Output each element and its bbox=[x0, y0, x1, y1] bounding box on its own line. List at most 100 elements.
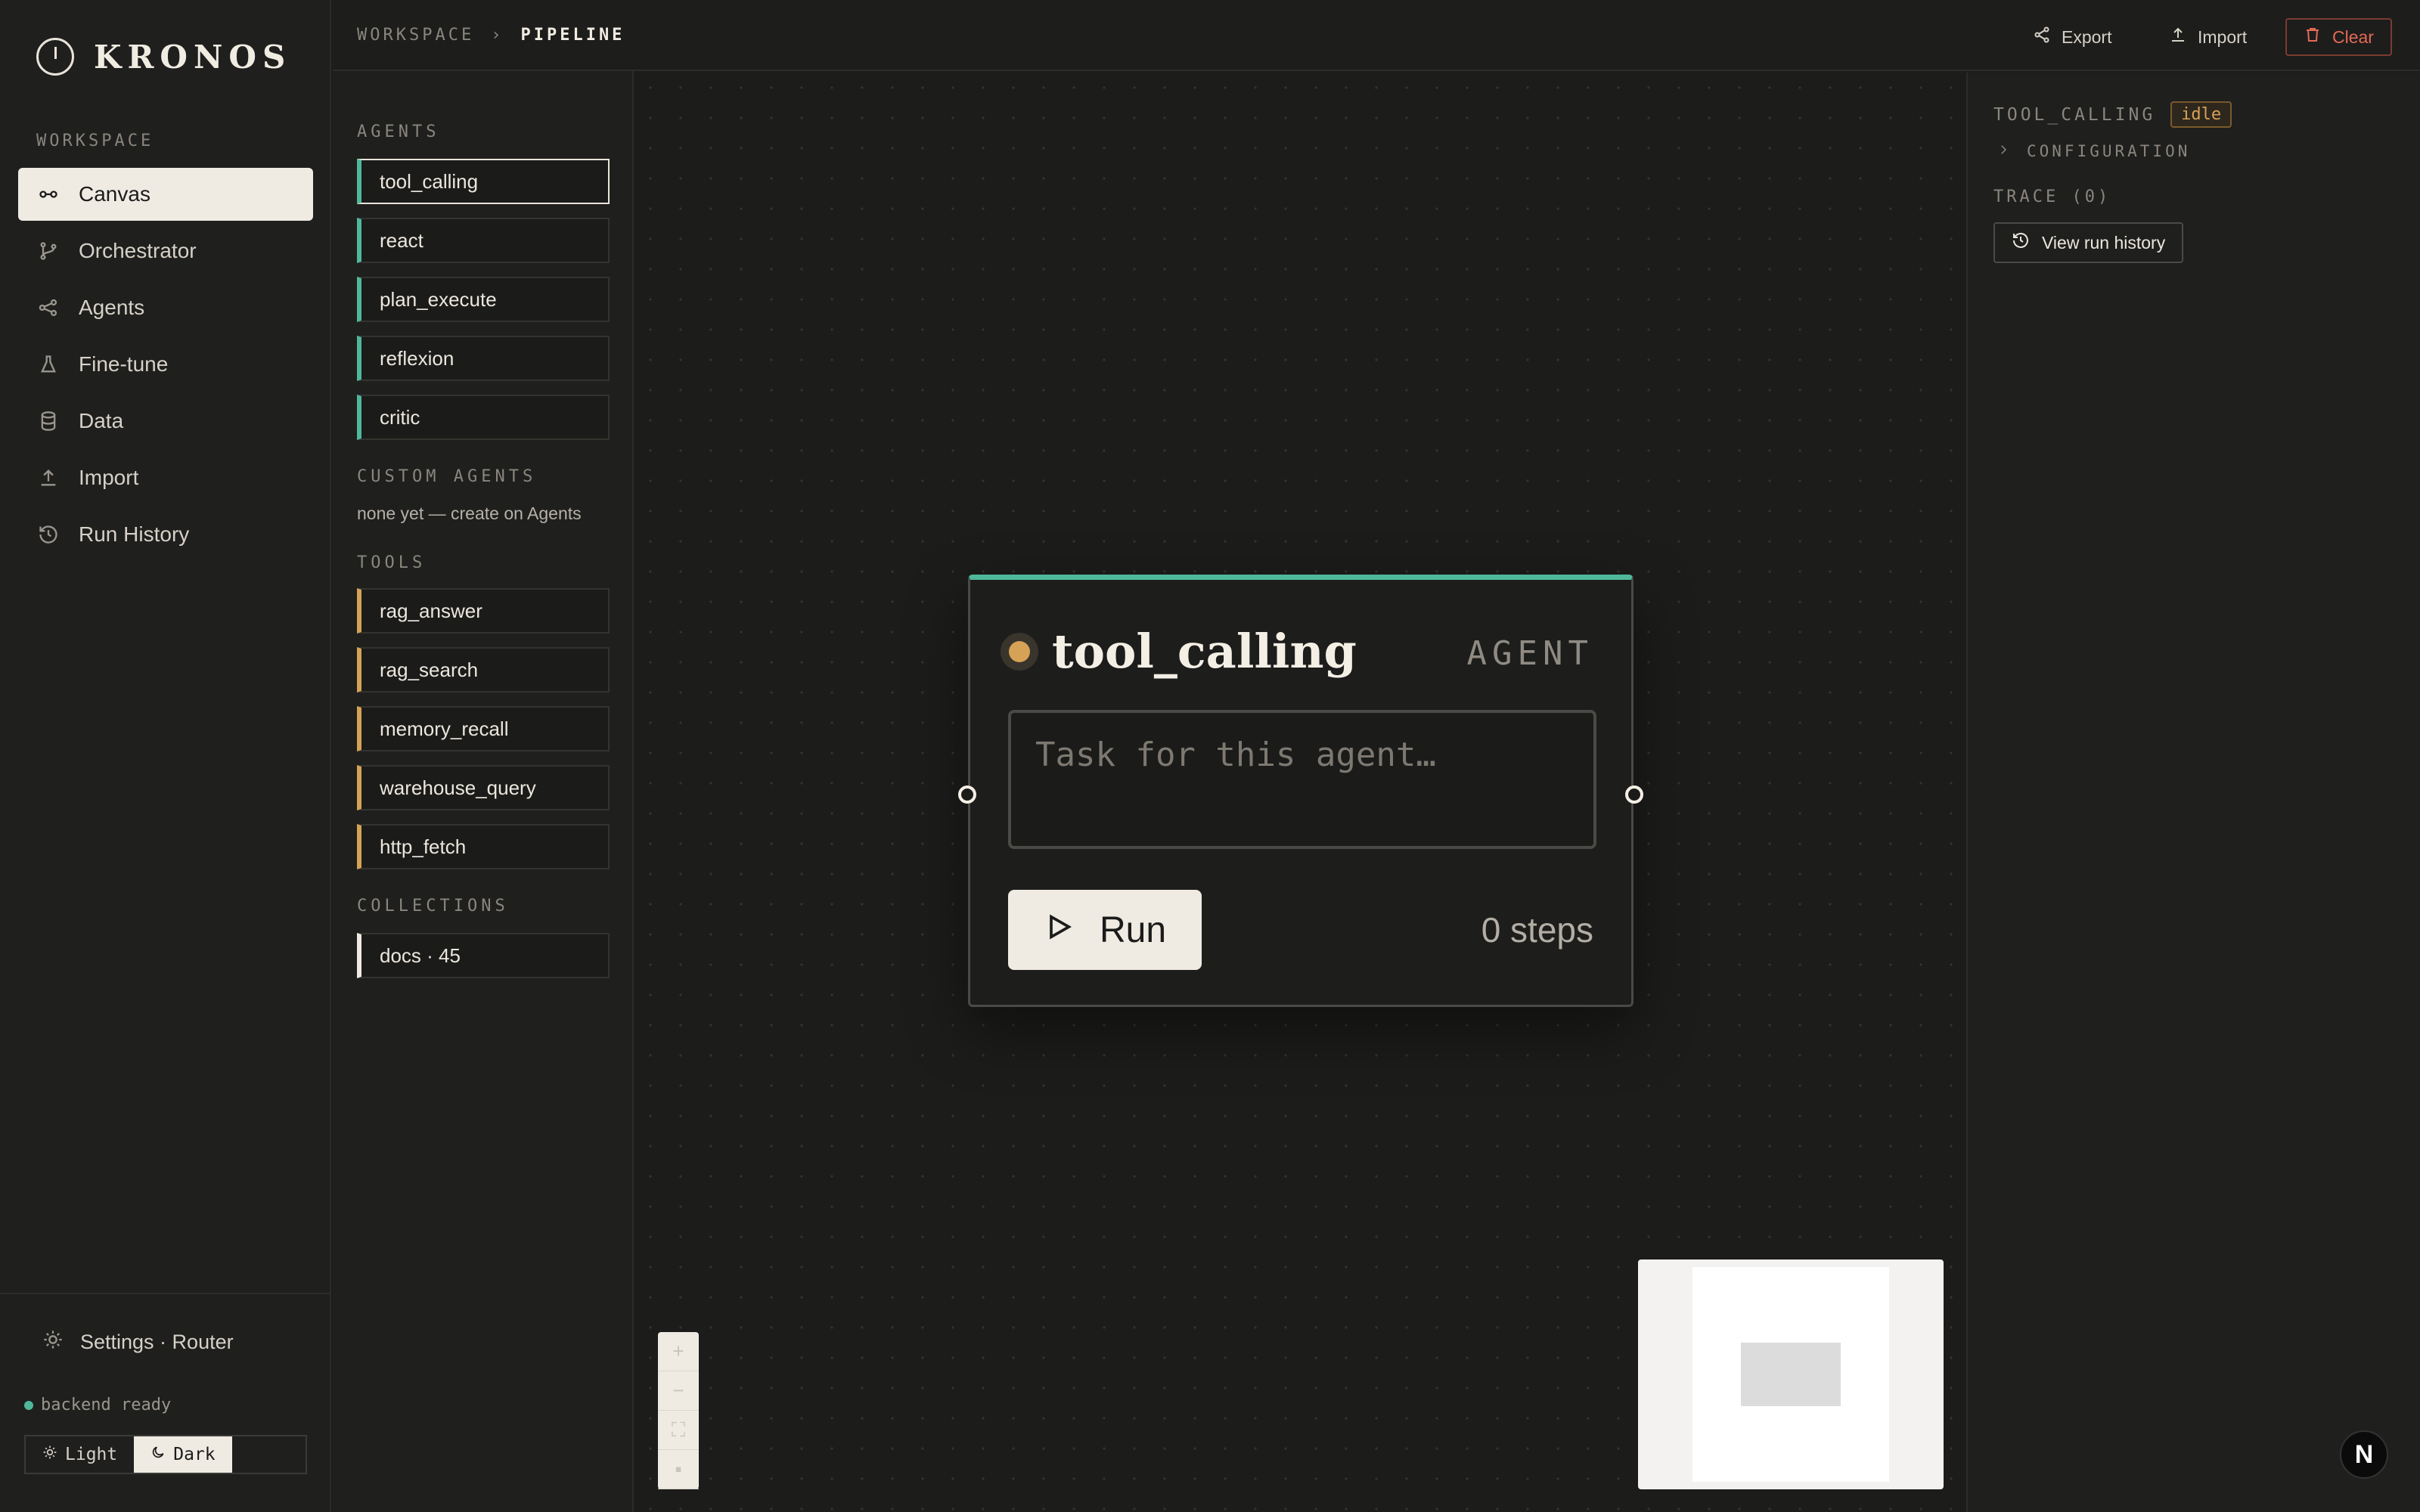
palette-tool-http-fetch[interactable]: http_fetch bbox=[357, 824, 610, 869]
chevron-right-icon bbox=[1996, 142, 2010, 160]
share-icon bbox=[2033, 26, 2051, 48]
sidebar-item-label: Canvas bbox=[79, 182, 150, 206]
breadcrumb-workspace[interactable]: WORKSPACE bbox=[357, 26, 474, 45]
node-title: tool_calling bbox=[1052, 624, 1357, 679]
clear-button[interactable]: Clear bbox=[2285, 18, 2392, 56]
sidebar-item-canvas[interactable]: Canvas bbox=[18, 168, 313, 221]
inspector-header: TOOL_CALLING idle bbox=[1993, 101, 2232, 128]
export-label: Export bbox=[2062, 26, 2112, 47]
theme-dark-button[interactable]: Dark bbox=[134, 1436, 232, 1473]
run-button[interactable]: Run bbox=[1008, 890, 1202, 970]
settings-router-link[interactable]: Settings · Router bbox=[42, 1329, 234, 1356]
view-run-history-button[interactable]: View run history bbox=[1993, 222, 2184, 263]
sidebar-item-label: Orchestrator bbox=[79, 239, 197, 262]
palette-tool-rag-search[interactable]: rag_search bbox=[357, 647, 610, 692]
app-name: KRONOS bbox=[94, 38, 292, 76]
sun-icon bbox=[42, 1445, 57, 1464]
database-icon bbox=[38, 411, 59, 432]
moon-icon bbox=[150, 1445, 166, 1464]
sidebar-nav: Canvas Orchestrator Agents Fine-tune Dat… bbox=[18, 168, 313, 565]
clock-logo-icon bbox=[36, 38, 74, 76]
lock-icon[interactable]: ▪ bbox=[658, 1450, 699, 1489]
status-badge: idle bbox=[2170, 101, 2232, 128]
history-icon bbox=[38, 524, 59, 545]
sidebar-item-import[interactable]: Import bbox=[18, 451, 313, 504]
input-handle[interactable] bbox=[958, 785, 976, 804]
top-bar: WORKSPACE › PIPELINE Export Import Clear bbox=[333, 0, 2420, 71]
theme-light-button[interactable]: Light bbox=[26, 1436, 134, 1473]
node-palette: AGENTS tool_calling react plan_execute r… bbox=[333, 71, 634, 1512]
sidebar-item-label: Agents bbox=[79, 296, 145, 319]
output-handle[interactable] bbox=[1625, 785, 1643, 804]
agents-section-title: AGENTS bbox=[357, 122, 440, 141]
node-kind-label: AGENT bbox=[1466, 634, 1593, 673]
palette-agent-plan-execute[interactable]: plan_execute bbox=[357, 277, 610, 322]
configuration-label: CONFIGURATION bbox=[2027, 142, 2191, 160]
sidebar-item-agents[interactable]: Agents bbox=[18, 281, 313, 334]
palette-tool-rag-answer[interactable]: rag_answer bbox=[357, 588, 610, 634]
backend-status-text: backend ready bbox=[41, 1396, 172, 1414]
configuration-toggle[interactable]: CONFIGURATION bbox=[1996, 142, 2190, 160]
sidebar-footer-divider bbox=[0, 1293, 331, 1294]
theme-light-label: Light bbox=[65, 1445, 118, 1464]
palette-tool-memory-recall[interactable]: memory_recall bbox=[357, 706, 610, 751]
sidebar-item-data[interactable]: Data bbox=[18, 395, 313, 448]
custom-agents-empty-note: none yet — create on Agents bbox=[357, 503, 582, 523]
sidebar-item-label: Import bbox=[79, 466, 139, 489]
sidebar-item-orchestrator[interactable]: Orchestrator bbox=[18, 225, 313, 277]
sidebar-item-label: Run History bbox=[79, 522, 190, 546]
status-dot-icon bbox=[24, 1400, 33, 1410]
task-input[interactable] bbox=[1008, 710, 1596, 849]
sidebar-section-label: WORKSPACE bbox=[36, 132, 154, 150]
palette-tool-warehouse-query[interactable]: warehouse_query bbox=[357, 765, 610, 810]
backend-status: backend ready bbox=[24, 1396, 171, 1414]
breadcrumb-separator: › bbox=[491, 26, 504, 45]
fit-view-icon[interactable]: ⛶ bbox=[658, 1411, 699, 1450]
palette-agent-tool-calling[interactable]: tool_calling bbox=[357, 159, 610, 204]
inspector-panel: TOOL_CALLING idle CONFIGURATION TRACE (0… bbox=[1966, 73, 2420, 1512]
status-dot-icon bbox=[1009, 641, 1030, 662]
share-nodes-icon bbox=[38, 297, 59, 318]
steps-count: 0 steps bbox=[1481, 910, 1593, 950]
view-run-history-label: View run history bbox=[2042, 232, 2166, 253]
sidebar-item-run-history[interactable]: Run History bbox=[18, 508, 313, 561]
trace-label: TRACE (0) bbox=[1993, 187, 2111, 206]
agent-node[interactable]: tool_calling AGENT Run 0 steps bbox=[958, 575, 1643, 1007]
palette-agent-reflexion[interactable]: reflexion bbox=[357, 336, 610, 381]
palette-collection-docs[interactable]: docs · 45 bbox=[357, 933, 610, 978]
sidebar-item-fine-tune[interactable]: Fine-tune bbox=[18, 338, 313, 391]
git-branch-icon bbox=[38, 240, 59, 262]
zoom-out-icon[interactable]: − bbox=[658, 1371, 699, 1411]
pipeline-canvas[interactable]: tool_calling AGENT Run 0 steps + − ⛶ ▪ bbox=[635, 73, 1966, 1512]
collections-section-title: COLLECTIONS bbox=[357, 897, 509, 916]
sun-settings-icon bbox=[42, 1329, 64, 1356]
palette-agent-react[interactable]: react bbox=[357, 218, 610, 263]
theme-switcher: Light Dark bbox=[24, 1435, 307, 1474]
minimap[interactable] bbox=[1638, 1259, 1944, 1489]
next-dev-badge[interactable]: N bbox=[2340, 1430, 2388, 1479]
flask-icon bbox=[38, 354, 59, 375]
infinity-icon bbox=[38, 184, 59, 205]
settings-label: Settings · Router bbox=[80, 1331, 234, 1353]
inspector-node-name: TOOL_CALLING bbox=[1993, 104, 2156, 125]
export-button[interactable]: Export bbox=[2016, 18, 2128, 56]
theme-dark-label: Dark bbox=[173, 1445, 216, 1464]
breadcrumb-pipeline: PIPELINE bbox=[520, 26, 625, 45]
history-icon bbox=[2012, 231, 2030, 254]
custom-agents-section-title: CUSTOM AGENTS bbox=[357, 467, 537, 486]
import-button[interactable]: Import bbox=[2152, 18, 2263, 56]
play-icon bbox=[1044, 909, 1074, 951]
breadcrumb: WORKSPACE › PIPELINE bbox=[357, 26, 625, 45]
app-logo[interactable]: KRONOS bbox=[36, 38, 291, 76]
palette-agent-critic[interactable]: critic bbox=[357, 395, 610, 440]
upload-icon bbox=[2169, 26, 2187, 48]
zoom-in-icon[interactable]: + bbox=[658, 1332, 699, 1371]
run-label: Run bbox=[1099, 909, 1167, 950]
sidebar: KRONOS WORKSPACE Canvas Orchestrator Age… bbox=[0, 0, 331, 1512]
sidebar-item-label: Fine-tune bbox=[79, 352, 169, 376]
trash-icon bbox=[2304, 26, 2322, 48]
node-status-indicator bbox=[1001, 633, 1038, 671]
tools-section-title: TOOLS bbox=[357, 553, 427, 572]
sidebar-item-label: Data bbox=[79, 409, 124, 432]
upload-icon bbox=[38, 467, 59, 488]
